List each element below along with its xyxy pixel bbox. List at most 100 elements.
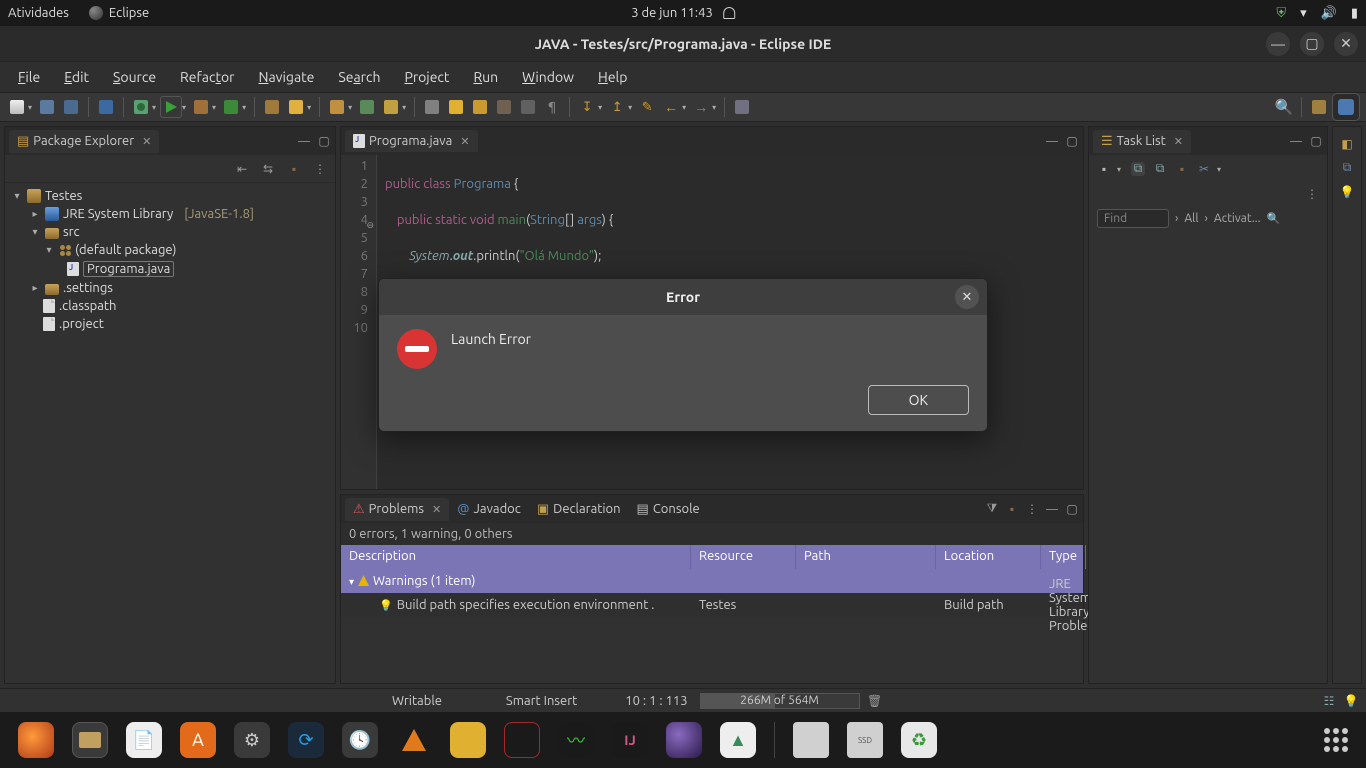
ssd-icon[interactable]: SSD [847, 722, 883, 758]
active-app-menu[interactable]: Eclipse [89, 6, 149, 20]
menu-file[interactable]: File [6, 65, 52, 89]
software-icon[interactable]: A [180, 722, 216, 758]
project-node[interactable]: ▾Testes [9, 187, 331, 205]
close-icon[interactable]: ✕ [142, 135, 151, 148]
focus-task-icon[interactable]: ▪ [287, 162, 301, 176]
menu-project[interactable]: Project [392, 65, 461, 89]
maximize-view-icon[interactable]: ▢ [1065, 134, 1079, 148]
sync-icon[interactable]: ▪ [1175, 162, 1189, 176]
maximize-view-icon[interactable]: ▢ [317, 134, 331, 148]
collapse-icon[interactable]: ✂ [1197, 162, 1211, 176]
table-header[interactable]: Description Resource Path Location Type [341, 545, 1083, 569]
trash-icon[interactable]: ♻ [901, 722, 937, 758]
problems-tab[interactable]: ⚠Problems✕ [345, 498, 449, 521]
categorize-icon[interactable]: ⧉ [1131, 162, 1145, 176]
video-icon[interactable] [504, 722, 540, 758]
show-apps-button[interactable] [1324, 728, 1348, 752]
intellij-icon[interactable]: IJ [612, 722, 648, 758]
minimize-view-icon[interactable]: — [1045, 134, 1059, 148]
close-icon[interactable]: ✕ [432, 503, 441, 516]
lightbulb-icon[interactable]: 💡 [1344, 694, 1358, 708]
editor-tab[interactable]: Programa.java ✕ [345, 130, 478, 152]
menu-edit[interactable]: Edit [52, 65, 101, 89]
toggle-mark-button[interactable] [445, 96, 467, 118]
dialog-titlebar[interactable]: Error ✕ [379, 279, 987, 315]
jre-node[interactable]: ▸JRE System Library [JavaSE-1.8] [9, 205, 331, 223]
search-icon[interactable]: 🔍 [1267, 212, 1281, 225]
search-button[interactable] [356, 96, 378, 118]
last-edit-button[interactable]: ✎ [636, 96, 658, 118]
close-button[interactable]: ✕ [1334, 32, 1358, 56]
view-menu-icon[interactable]: ⋮ [1025, 502, 1039, 516]
maximize-button[interactable]: ▢ [1300, 32, 1324, 56]
save-button[interactable] [36, 96, 58, 118]
clocks-icon[interactable]: 🕓 [342, 722, 378, 758]
toggle-breadcrumb-button[interactable] [421, 96, 443, 118]
run-last-button[interactable] [220, 96, 242, 118]
eclipse-dock-icon[interactable] [666, 722, 702, 758]
android-studio-icon[interactable]: ▲ [720, 722, 756, 758]
tasklist-tab[interactable]: ☰Task List✕ [1093, 130, 1191, 153]
notifications-icon[interactable] [723, 7, 735, 19]
view-menu-icon[interactable]: ⋮ [313, 162, 327, 176]
save-all-button[interactable] [60, 96, 82, 118]
back-button[interactable]: ← [660, 96, 682, 118]
debug-button[interactable] [130, 96, 152, 118]
filter-all[interactable]: All [1184, 212, 1198, 225]
warnings-group-row[interactable]: ▾Warnings (1 item) [341, 569, 1083, 593]
close-icon[interactable]: ✕ [1174, 135, 1183, 148]
focus-icon[interactable]: ▪ [1005, 502, 1019, 516]
maximize-view-icon[interactable]: ▢ [1309, 134, 1323, 148]
open-type-button[interactable] [326, 96, 348, 118]
javadoc-tab[interactable]: @Javadoc [449, 498, 529, 520]
forward-button[interactable]: → [690, 96, 712, 118]
package-explorer-tree[interactable]: ▾Testes ▸JRE System Library [JavaSE-1.8]… [5, 183, 335, 337]
minimize-view-icon[interactable]: — [1045, 502, 1059, 516]
coverage-button[interactable] [190, 96, 212, 118]
outline-view-icon[interactable]: ⧉ [1340, 161, 1354, 175]
console-tab[interactable]: ▤Console [629, 498, 708, 521]
src-node[interactable]: ▾src [9, 223, 331, 241]
wifi-icon[interactable]: ▾ [1300, 6, 1307, 21]
menu-source[interactable]: Source [101, 65, 168, 89]
prev-annotation-button[interactable]: ↥ [606, 96, 628, 118]
warning-row[interactable]: 💡Build path specifies execution environm… [341, 593, 1083, 617]
projectfile-node[interactable]: .project [9, 315, 331, 333]
menu-navigate[interactable]: Navigate [246, 65, 326, 89]
java-file-node[interactable]: Programa.java [9, 259, 331, 279]
maximize-view-icon[interactable]: ▢ [1065, 502, 1079, 516]
close-icon[interactable]: ✕ [460, 135, 469, 148]
minimize-view-icon[interactable]: — [297, 134, 311, 148]
new-package-button[interactable] [285, 96, 307, 118]
lightbulb-icon[interactable]: 💡 [1340, 185, 1354, 199]
drive-icon[interactable] [793, 722, 829, 758]
activities-button[interactable]: Atividades [8, 6, 69, 20]
minimize-button[interactable]: — [1266, 32, 1290, 56]
show-list-button[interactable] [517, 96, 539, 118]
sync-icon[interactable]: ⟳ [288, 722, 324, 758]
firefox-icon[interactable] [18, 722, 54, 758]
menu-window[interactable]: Window [510, 65, 586, 89]
heap-status[interactable]: 266M of 564M [700, 693, 860, 709]
settings-icon[interactable]: ⚙ [234, 722, 270, 758]
task-find-input[interactable]: Find [1097, 209, 1169, 228]
classpath-node[interactable]: .classpath [9, 297, 331, 315]
declaration-tab[interactable]: ▣Declaration [529, 498, 629, 521]
pilcrow-button[interactable]: ¶ [541, 96, 563, 118]
volume-icon[interactable]: 🔊 [1321, 6, 1337, 21]
filter-activate[interactable]: Activat... [1214, 212, 1261, 225]
tip-icon[interactable]: ☷ [1322, 694, 1336, 708]
default-package-node[interactable]: ▾(default package) [9, 241, 331, 259]
notes-icon[interactable] [450, 722, 486, 758]
collapse-all-icon[interactable]: ⇤ [235, 162, 249, 176]
wand-button[interactable] [380, 96, 402, 118]
quick-access-button[interactable]: 🔍 [1273, 96, 1295, 118]
shield-icon[interactable]: ⛨ [1276, 6, 1286, 21]
filter-icon[interactable]: ⧩ [985, 502, 999, 516]
open-perspective-button[interactable] [1308, 96, 1330, 118]
gc-icon[interactable]: 🗑 [868, 694, 882, 708]
menu-help[interactable]: Help [586, 65, 639, 89]
vlc-icon[interactable] [396, 722, 432, 758]
package-explorer-tab[interactable]: ▤ Package Explorer ✕ [9, 130, 159, 153]
ok-button[interactable]: OK [868, 385, 969, 415]
